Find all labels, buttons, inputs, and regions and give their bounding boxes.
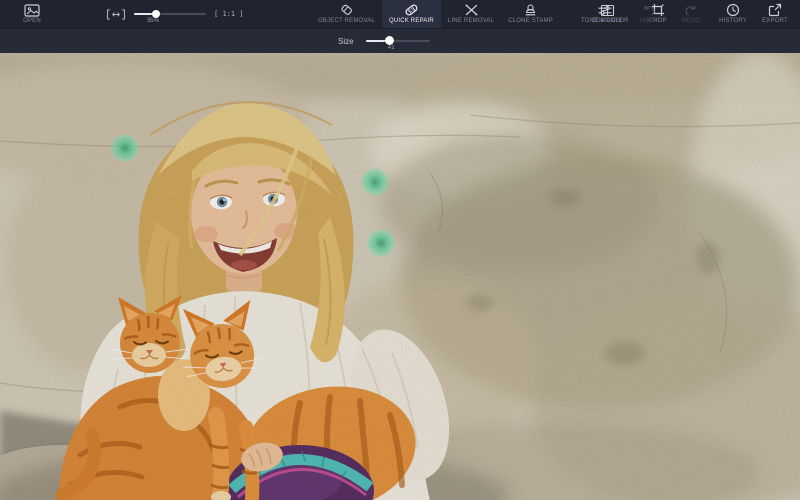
zoom-controls: 35% [ 1:1 ]	[106, 0, 244, 28]
photo-illustration	[0, 53, 800, 500]
healing-spot	[361, 168, 389, 196]
size-value: 41	[387, 45, 395, 51]
zoom-slider[interactable]: 35%	[134, 0, 206, 28]
redo-arrow-icon	[684, 4, 698, 17]
fit-to-screen-icon	[106, 8, 126, 20]
image-icon	[24, 3, 40, 17]
tool-clone-stamp[interactable]: CLONE STAMP	[501, 0, 560, 28]
eraser-icon	[339, 3, 354, 17]
open-label: OPEN	[23, 17, 41, 24]
size-label: Size	[338, 36, 354, 46]
undo-arrow-icon	[642, 4, 656, 17]
zoom-actual-size-button[interactable]: [ 1:1 ]	[214, 0, 244, 28]
size-slider-handle[interactable]	[384, 36, 394, 45]
zoom-level-value: 35%	[146, 18, 159, 24]
size-slider[interactable]: 41	[365, 29, 430, 53]
crossed-lines-icon	[464, 3, 479, 17]
tool-options-bar: Size 41	[0, 28, 800, 53]
tool-quick-repair[interactable]: QUICK REPAIR	[381, 0, 441, 28]
stamp-icon	[523, 3, 538, 17]
zoom-fit-button[interactable]	[106, 0, 126, 28]
open-button[interactable]: OPEN	[8, 0, 56, 28]
healing-spot	[111, 134, 139, 162]
brush-size-control: Size 41	[338, 29, 430, 53]
redo-button[interactable]: REDO	[670, 0, 712, 28]
tool-line-removal[interactable]: LINE REMOVAL	[441, 0, 501, 28]
export-icon	[768, 3, 782, 17]
healing-spot	[367, 229, 395, 257]
tool-object-removal[interactable]: OBJECT REMOVAL	[311, 0, 382, 28]
zoom-slider-handle[interactable]	[151, 10, 160, 18]
action-buttons: COMPARE UNDO REDO HISTORY EXPORT	[586, 0, 796, 28]
history-button[interactable]: HISTORY	[712, 0, 754, 28]
export-button[interactable]: EXPORT	[754, 0, 796, 28]
compare-button[interactable]: COMPARE	[586, 0, 628, 28]
photo-canvas[interactable]	[0, 53, 800, 500]
bandaid-icon	[404, 3, 419, 17]
split-view-icon	[600, 4, 615, 17]
one-to-one-icon: [ 1:1 ]	[214, 10, 244, 18]
clock-icon	[726, 3, 740, 17]
main-toolbar: OPEN 35% [ 1:1 ] OBJECT REMOVAL QUICK RE…	[0, 0, 800, 28]
undo-button[interactable]: UNDO	[628, 0, 670, 28]
